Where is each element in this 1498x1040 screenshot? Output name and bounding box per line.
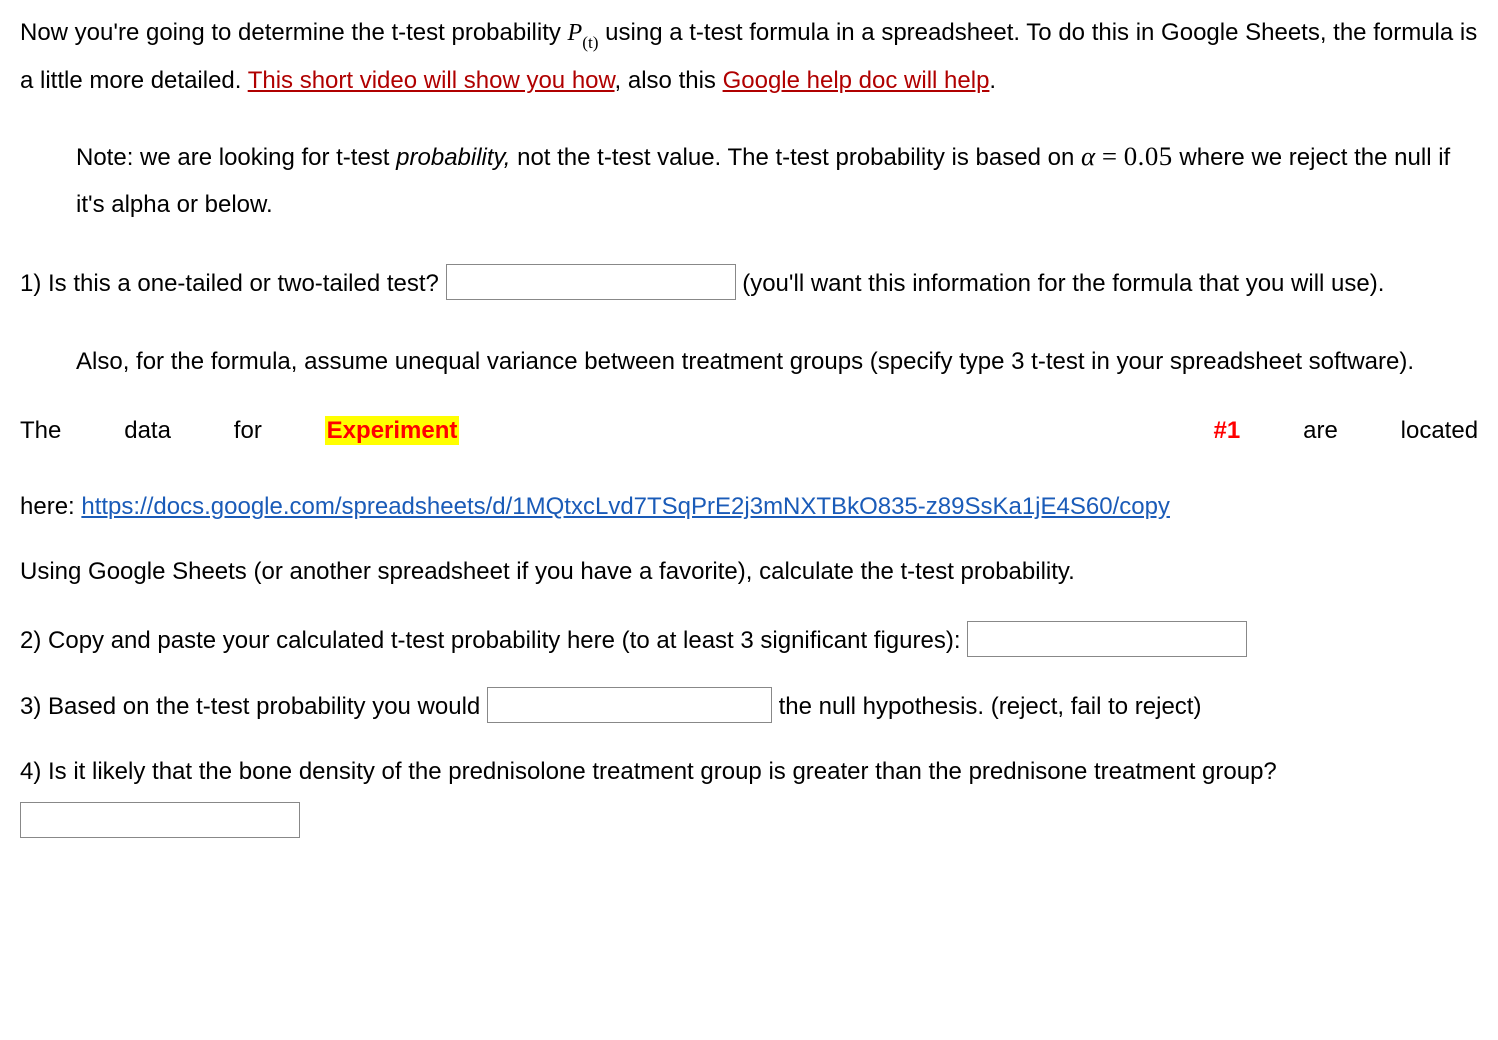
data-location-line: The data for Experiment #1 are located: [20, 413, 1478, 485]
q1-label: 1) Is this a one-tailed or two-tailed te…: [20, 270, 446, 297]
question-1: 1) Is this a one-tailed or two-tailed te…: [20, 256, 1478, 311]
note-italic: probability,: [396, 144, 510, 171]
video-link[interactable]: This short video will show you how: [248, 67, 615, 94]
intro-text-1: Now you're going to determine the t-test…: [20, 19, 568, 46]
intro-paragraph: Now you're going to determine the t-test…: [20, 10, 1478, 103]
q2-input[interactable]: [967, 621, 1247, 657]
note-text-2: not the t-test value. The t-test probabi…: [510, 144, 1081, 171]
word-are: are: [1303, 417, 1338, 444]
q1-input[interactable]: [446, 264, 736, 300]
help-doc-link[interactable]: Google help doc will help: [723, 67, 990, 94]
also-paragraph: Also, for the formula, assume unequal va…: [76, 339, 1454, 385]
question-3: 3) Based on the t-test probability you w…: [20, 684, 1478, 730]
q2-label: 2) Copy and paste your calculated t-test…: [20, 627, 967, 654]
alpha-expression: α = 0.05: [1081, 141, 1173, 171]
q4-label: 4) Is it likely that the bone density of…: [20, 758, 1277, 785]
data-url-line: here: https://docs.google.com/spreadshee…: [20, 489, 1478, 525]
word-the: The: [20, 417, 61, 444]
word-here: here:: [20, 493, 81, 520]
word-located: located: [1401, 417, 1478, 444]
word-for: for: [234, 417, 262, 444]
q3-input[interactable]: [487, 687, 772, 723]
using-paragraph: Using Google Sheets (or another spreadsh…: [20, 549, 1478, 595]
intro-text-3: , also this: [615, 67, 723, 94]
note-paragraph: Note: we are looking for t-test probabil…: [76, 131, 1454, 228]
q1-after: (you'll want this information for the fo…: [736, 270, 1385, 297]
question-2: 2) Copy and paste your calculated t-test…: [20, 618, 1478, 664]
q3-before: 3) Based on the t-test probability you w…: [20, 693, 487, 720]
spreadsheet-link[interactable]: https://docs.google.com/spreadsheets/d/1…: [81, 493, 1170, 520]
q4-input[interactable]: [20, 802, 300, 838]
word-data: data: [124, 417, 171, 444]
q3-after: the null hypothesis. (reject, fail to re…: [772, 693, 1202, 720]
intro-text-4: .: [989, 67, 996, 94]
experiment-highlight: Experiment #1: [325, 416, 1241, 445]
question-4: 4) Is it likely that the bone density of…: [20, 749, 1478, 844]
p-t-symbol: P(t): [568, 20, 599, 46]
note-text-1: Note: we are looking for t-test: [76, 144, 396, 171]
